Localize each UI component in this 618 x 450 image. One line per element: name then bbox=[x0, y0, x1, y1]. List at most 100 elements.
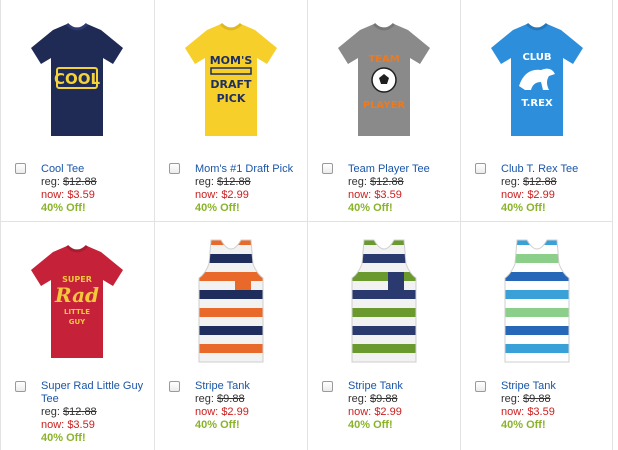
discount-badge: 40% Off! bbox=[41, 202, 86, 214]
sale-price: now: $3.59 bbox=[41, 419, 149, 432]
product-info: Cool Tee reg: $12.88 now: $3.59 40% Off! bbox=[41, 163, 149, 215]
svg-text:MOM'S: MOM'S bbox=[210, 54, 253, 67]
reg-label: reg: bbox=[501, 393, 520, 405]
now-price-value: $3.59 bbox=[527, 406, 555, 418]
product-image[interactable]: COOL bbox=[19, 16, 135, 152]
product-name-link[interactable]: Stripe Tank bbox=[501, 380, 609, 393]
compare-checkbox[interactable] bbox=[322, 163, 333, 174]
sale-price: now: $2.99 bbox=[195, 189, 303, 202]
product-card: Stripe Tank reg: $9.88 now: $2.99 40% Of… bbox=[308, 222, 460, 439]
product-name-link[interactable]: Stripe Tank bbox=[348, 380, 456, 393]
product-info: Mom's #1 Draft Pick reg: $12.88 now: $2.… bbox=[195, 163, 303, 215]
product-name-link[interactable]: Team Player Tee bbox=[348, 163, 456, 176]
svg-text:GUY: GUY bbox=[69, 318, 86, 326]
svg-text:DRAFT: DRAFT bbox=[210, 78, 252, 91]
regular-price: reg: $9.88 bbox=[348, 393, 456, 406]
reg-price-value: $12.88 bbox=[370, 176, 404, 188]
regular-price: reg: $12.88 bbox=[195, 176, 303, 189]
product-info: Stripe Tank reg: $9.88 now: $2.99 40% Of… bbox=[195, 380, 303, 432]
regular-price: reg: $12.88 bbox=[501, 176, 609, 189]
sale-price: now: $3.59 bbox=[501, 406, 609, 419]
svg-text:CLUB: CLUB bbox=[522, 52, 551, 63]
reg-label: reg: bbox=[195, 176, 214, 188]
now-label: now: bbox=[195, 406, 219, 418]
compare-checkbox[interactable] bbox=[322, 381, 333, 392]
regular-price: reg: $12.88 bbox=[41, 406, 149, 419]
tee-shirt-icon: MOM'S DRAFT PICK bbox=[185, 22, 277, 136]
product-card: Stripe Tank reg: $9.88 now: $2.99 40% Of… bbox=[155, 222, 307, 439]
product-name-link[interactable]: Mom's #1 Draft Pick bbox=[195, 163, 303, 176]
product-info: Super Rad Little Guy Tee reg: $12.88 now… bbox=[41, 380, 149, 445]
now-price-value: $2.99 bbox=[221, 189, 249, 201]
pocket bbox=[388, 272, 404, 290]
reg-price-value: $9.88 bbox=[217, 393, 245, 405]
now-label: now: bbox=[348, 189, 372, 201]
compare-checkbox[interactable] bbox=[475, 381, 486, 392]
sale-price: now: $2.99 bbox=[195, 406, 303, 419]
now-price-value: $2.99 bbox=[374, 406, 402, 418]
product-card: Stripe Tank reg: $9.88 now: $3.59 40% Of… bbox=[461, 222, 613, 439]
regular-price: reg: $12.88 bbox=[41, 176, 149, 189]
tee-shirt-icon: COOL bbox=[31, 22, 123, 136]
product-image[interactable]: CLUB T.REX bbox=[479, 16, 595, 152]
reg-price-value: $12.88 bbox=[63, 406, 97, 418]
product-image[interactable]: MOM'S DRAFT PICK bbox=[173, 16, 289, 152]
product-card: SUPER Rad LITTLE GUY Super Rad Little Gu… bbox=[1, 222, 153, 444]
svg-text:COOL: COOL bbox=[54, 70, 101, 88]
product-card: COOL Cool Tee reg: $12.88 now: $3.59 40%… bbox=[1, 0, 153, 217]
svg-text:LITTLE: LITTLE bbox=[64, 308, 90, 316]
compare-checkbox[interactable] bbox=[169, 381, 180, 392]
product-name-link[interactable]: Club T. Rex Tee bbox=[501, 163, 609, 176]
reg-label: reg: bbox=[348, 393, 367, 405]
tee-shirt-icon: SUPER Rad LITTLE GUY bbox=[31, 244, 123, 358]
reg-label: reg: bbox=[348, 176, 367, 188]
product-card: TEAM PLAYER Team Player Tee reg: $12.88 … bbox=[308, 0, 460, 217]
compare-checkbox[interactable] bbox=[15, 381, 26, 392]
reg-price-value: $12.88 bbox=[217, 176, 251, 188]
reg-label: reg: bbox=[41, 406, 60, 418]
compare-checkbox[interactable] bbox=[475, 163, 486, 174]
discount-badge: 40% Off! bbox=[348, 419, 393, 431]
product-image[interactable] bbox=[326, 234, 442, 370]
product-image[interactable]: SUPER Rad LITTLE GUY bbox=[19, 238, 135, 374]
product-card: MOM'S DRAFT PICK Mom's #1 Draft Pick reg… bbox=[155, 0, 307, 217]
product-name-link[interactable]: Cool Tee bbox=[41, 163, 149, 176]
now-price-value: $3.59 bbox=[374, 189, 402, 201]
reg-price-value: $9.88 bbox=[370, 393, 398, 405]
now-label: now: bbox=[195, 189, 219, 201]
regular-price: reg: $9.88 bbox=[195, 393, 303, 406]
now-label: now: bbox=[501, 406, 525, 418]
tank-top-icon bbox=[351, 239, 417, 363]
compare-checkbox[interactable] bbox=[169, 163, 180, 174]
reg-price-value: $9.88 bbox=[523, 393, 551, 405]
tank-top-icon bbox=[198, 239, 264, 363]
svg-text:PLAYER: PLAYER bbox=[363, 100, 406, 111]
product-image[interactable] bbox=[479, 234, 595, 370]
product-card: CLUB T.REX Club T. Rex Tee reg: $12.88 n… bbox=[461, 0, 613, 217]
discount-badge: 40% Off! bbox=[41, 432, 86, 444]
product-name-link[interactable]: Stripe Tank bbox=[195, 380, 303, 393]
product-name-link[interactable]: Super Rad Little Guy Tee bbox=[41, 380, 149, 406]
tank-top-icon bbox=[504, 239, 570, 363]
product-image[interactable]: TEAM PLAYER bbox=[326, 16, 442, 152]
svg-text:PICK: PICK bbox=[217, 92, 246, 105]
product-info: Team Player Tee reg: $12.88 now: $3.59 4… bbox=[348, 163, 456, 215]
discount-badge: 40% Off! bbox=[195, 202, 240, 214]
now-price-value: $2.99 bbox=[527, 189, 555, 201]
discount-badge: 40% Off! bbox=[348, 202, 393, 214]
sale-price: now: $2.99 bbox=[348, 406, 456, 419]
now-label: now: bbox=[348, 406, 372, 418]
reg-price-value: $12.88 bbox=[63, 176, 97, 188]
tee-shirt-icon: TEAM PLAYER bbox=[338, 22, 430, 136]
now-price-value: $3.59 bbox=[67, 419, 95, 431]
discount-badge: 40% Off! bbox=[195, 419, 240, 431]
product-image[interactable] bbox=[173, 234, 289, 370]
sale-price: now: $3.59 bbox=[348, 189, 456, 202]
product-info: Stripe Tank reg: $9.88 now: $2.99 40% Of… bbox=[348, 380, 456, 432]
product-grid: COOL Cool Tee reg: $12.88 now: $3.59 40%… bbox=[0, 0, 618, 450]
compare-checkbox[interactable] bbox=[15, 163, 26, 174]
sale-price: now: $3.59 bbox=[41, 189, 149, 202]
svg-text:Rad: Rad bbox=[54, 283, 99, 307]
tee-shirt-icon: CLUB T.REX bbox=[491, 22, 583, 136]
product-info: Club T. Rex Tee reg: $12.88 now: $2.99 4… bbox=[501, 163, 609, 215]
